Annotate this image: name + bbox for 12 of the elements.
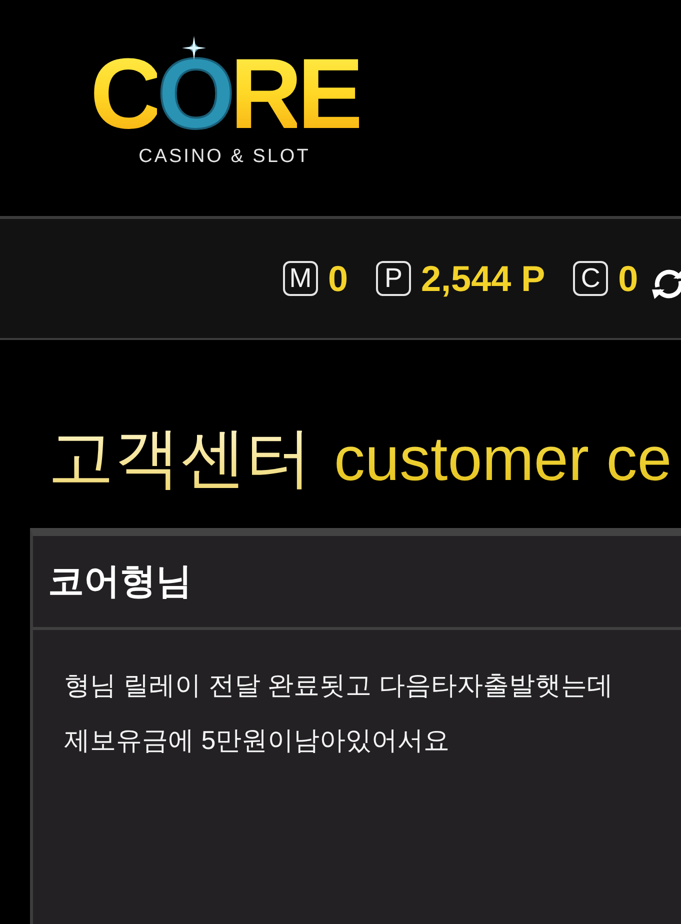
balance-amount: 0 bbox=[328, 260, 348, 296]
balance-amount: 2,544 P bbox=[421, 260, 546, 296]
logo-wordmark: CORE bbox=[90, 44, 359, 144]
message-title: 코어형님 bbox=[48, 559, 192, 603]
currency-tag: M bbox=[283, 261, 318, 296]
currency-tag: P bbox=[376, 261, 412, 296]
logo-tagline: CASINO & SLOT bbox=[138, 146, 310, 168]
balance-amount: 0 bbox=[618, 260, 638, 296]
message-text: 형님 릴레이 전달 완료됫고 다음타자출발햇는데 bbox=[64, 669, 614, 702]
sparkle-icon bbox=[182, 36, 206, 60]
message-text: 제보유금에 5만원이남아있어서요 bbox=[64, 724, 451, 757]
currency-tag: C bbox=[573, 261, 608, 296]
